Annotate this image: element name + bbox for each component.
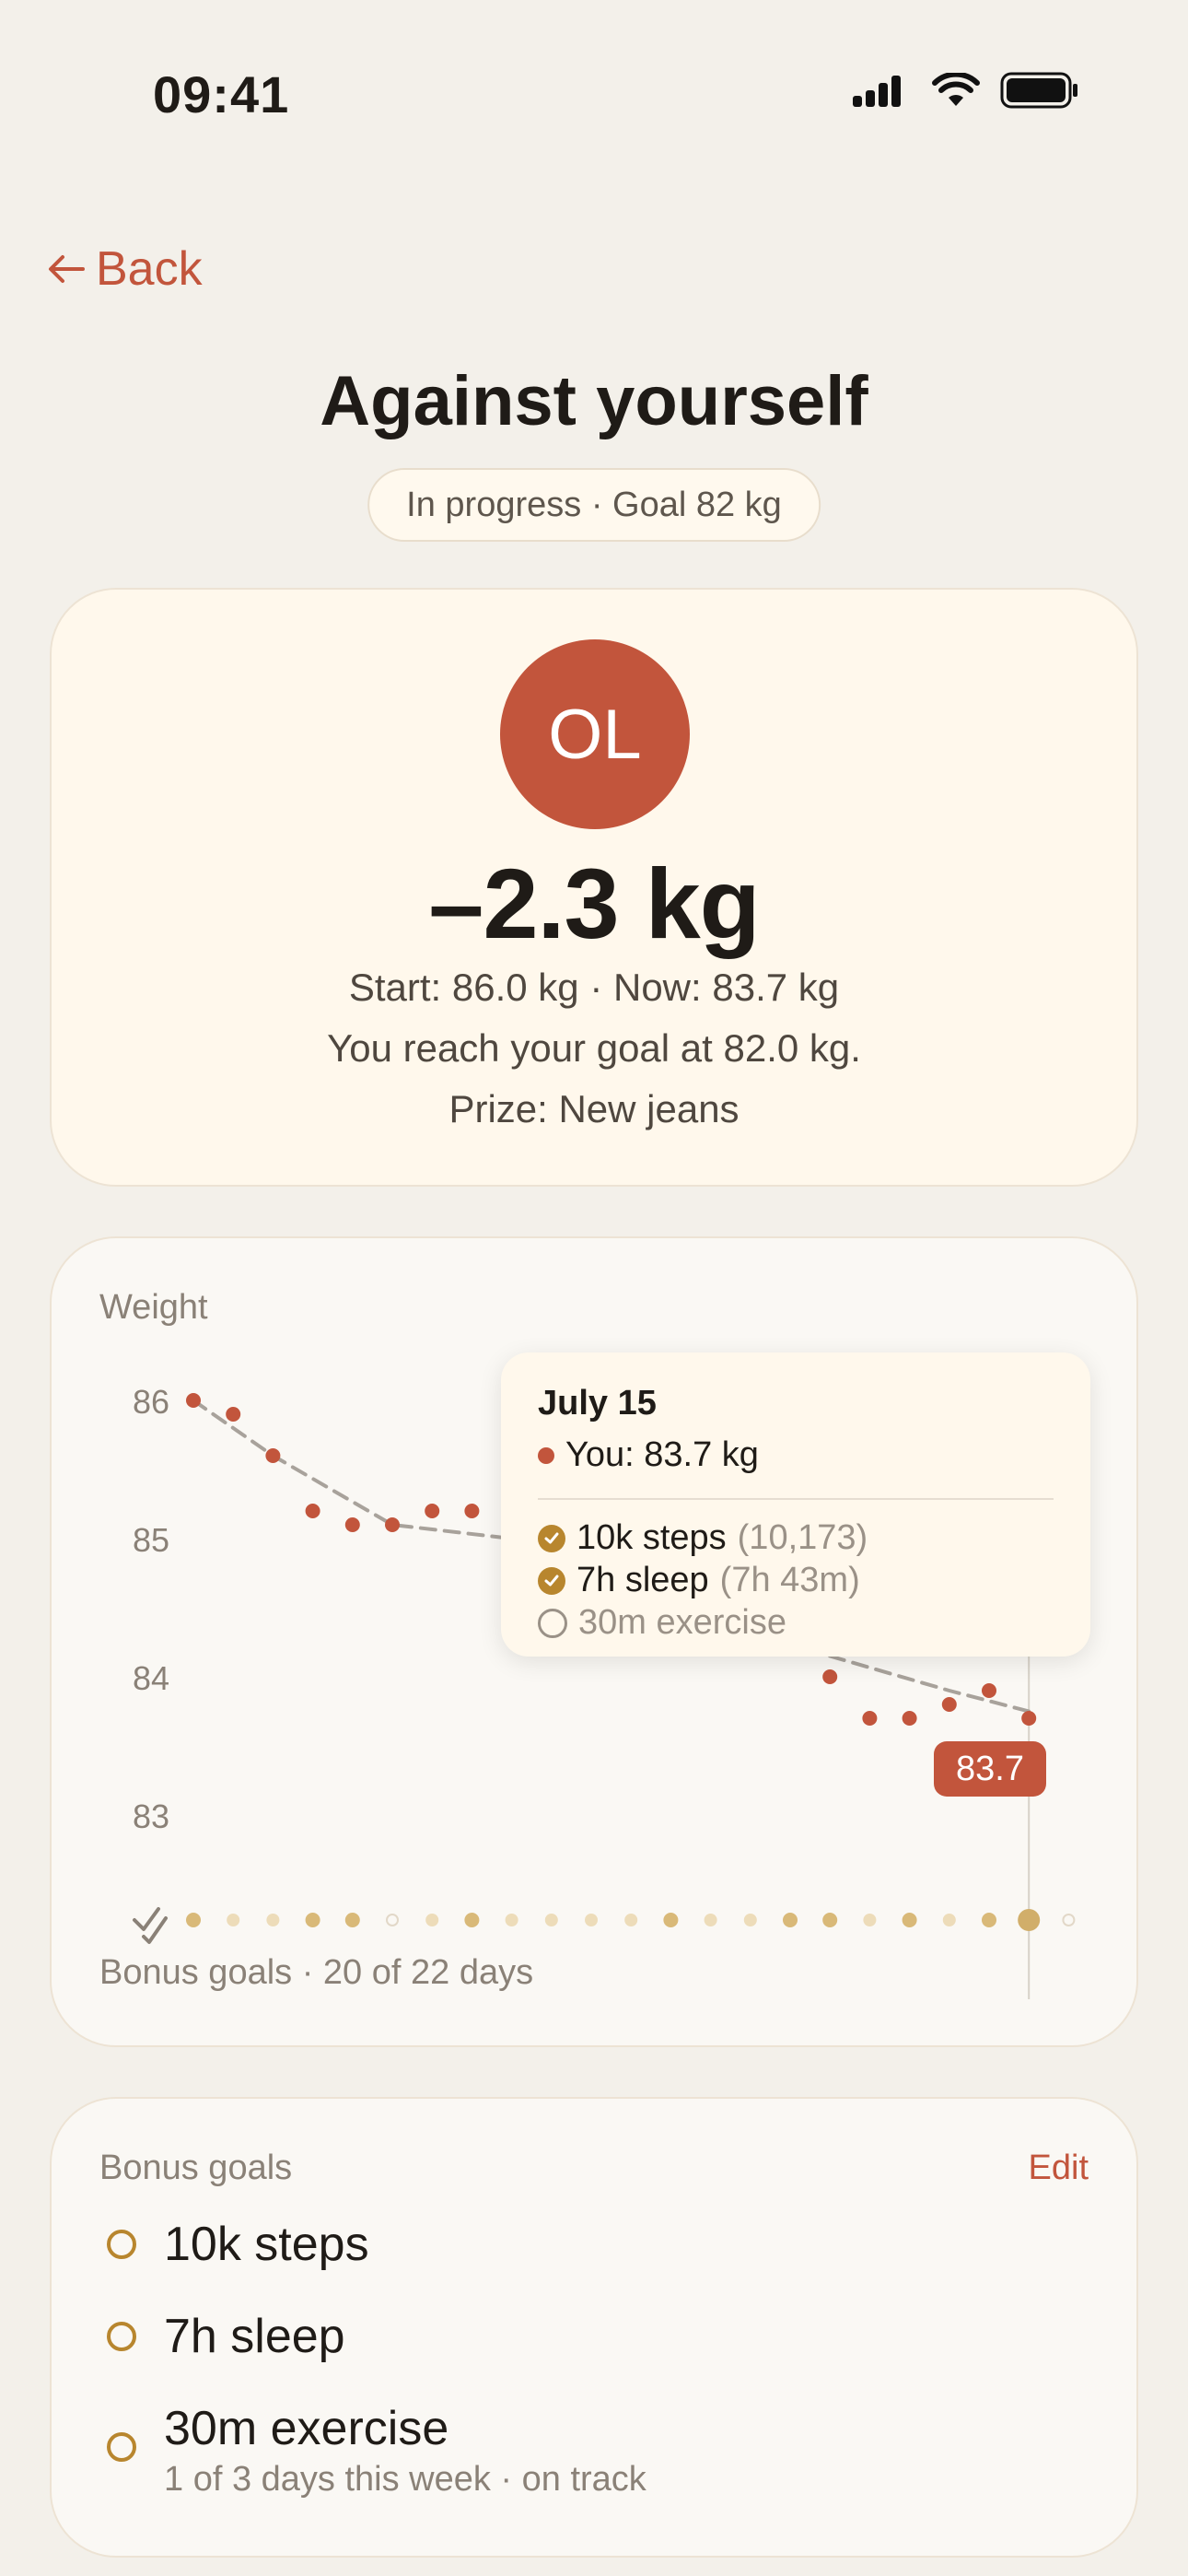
y-tick-label: 84 [133, 1659, 169, 1697]
status-pill: In progress · Goal 82 kg [367, 468, 821, 542]
bonus-goal-name: 30m exercise [164, 2402, 449, 2455]
bonus-day-dot [743, 1914, 757, 1926]
weight-point [344, 1517, 360, 1532]
empty-circle-icon [538, 1608, 567, 1638]
weight-point [464, 1504, 480, 1518]
weight-point [226, 1407, 241, 1422]
trend-line [828, 1654, 1031, 1714]
goal-circle-icon[interactable] [107, 2322, 136, 2351]
check-circle-icon [538, 1566, 565, 1595]
bonus-goal-name: 7h sleep [164, 2310, 345, 2363]
bonus-goal-item[interactable]: 7h sleep [107, 2309, 345, 2364]
bonus-caption: Bonus goals · 20 of 22 days [99, 1953, 534, 1992]
tooltip-goal-row: 30m exercise [538, 1603, 786, 1643]
bonus-day-dot [982, 1913, 996, 1927]
bonus-goals-title: Bonus goals [99, 2149, 293, 2187]
bonus-goal-item[interactable]: 10k steps [107, 2217, 369, 2272]
weight-point [941, 1697, 957, 1712]
avatar: OL [500, 639, 690, 829]
bonus-day-dot [942, 1914, 956, 1926]
double-check-icon [133, 1907, 168, 1944]
bonus-day-dot [425, 1914, 439, 1926]
back-button[interactable]: Back [46, 241, 203, 297]
weight-point [1021, 1711, 1037, 1726]
y-tick-label: 85 [133, 1521, 169, 1559]
bonus-day-dot [305, 1913, 320, 1927]
tooltip-you-row: You: 83.7 kg [538, 1435, 759, 1475]
bonus-day-dot [227, 1914, 240, 1926]
tooltip-you-value: You: 83.7 kg [565, 1435, 759, 1474]
weight-delta: –2.3 kg [428, 848, 760, 959]
bonus-day-dot [1062, 1914, 1076, 1926]
tooltip-goal-detail: (10,173) [737, 1518, 868, 1557]
arrow-left-icon [49, 255, 85, 283]
bonus-day-dot [386, 1914, 399, 1926]
weight-point [862, 1711, 878, 1726]
bonus-goal-item[interactable]: 30m exercise 1 of 3 days this week · on … [107, 2401, 646, 2500]
weight-point [822, 1669, 838, 1684]
tooltip-goal-row: 7h sleep (7h 43m) [538, 1561, 860, 1600]
wifi-icon [932, 73, 980, 106]
weight-point [425, 1504, 440, 1518]
series-dot-icon [538, 1446, 554, 1464]
bonus-day-dot [266, 1914, 280, 1926]
back-label: Back [96, 242, 203, 296]
current-value-badge: 83.7 [934, 1741, 1046, 1797]
bonus-day-dot [505, 1914, 518, 1926]
battery-icon [1000, 72, 1077, 109]
weight-point [385, 1517, 400, 1532]
weight-point [305, 1504, 320, 1518]
weight-point [902, 1711, 917, 1726]
prize-text: Prize: New jeans [448, 1087, 740, 1130]
status-icons [853, 72, 1079, 109]
weight-point [982, 1683, 996, 1698]
bonus-day-dot [902, 1913, 917, 1927]
goal-circle-icon[interactable] [107, 2230, 136, 2259]
bonus-goal-name: 10k steps [164, 2218, 369, 2271]
y-tick-label: 83 [133, 1797, 169, 1835]
bonus-day-dot [624, 1914, 638, 1926]
y-tick-label: 86 [133, 1383, 169, 1421]
tooltip-date: July 15 [538, 1384, 657, 1423]
signal-icon [853, 76, 901, 107]
bonus-day-dot [663, 1913, 679, 1927]
bonus-day-dot [344, 1913, 360, 1927]
bonus-day-dot [186, 1913, 201, 1927]
bonus-day-dot [704, 1914, 717, 1926]
bonus-day-dot [544, 1914, 558, 1926]
weight-point [265, 1448, 281, 1463]
tooltip-goal-name: 10k steps [577, 1518, 727, 1557]
status-bar: 09:41 [0, 0, 1188, 193]
summary-card: OL –2.3 kg Start: 86.0 kg · Now: 83.7 kg… [50, 588, 1138, 1187]
bonus-day-dot [822, 1913, 838, 1927]
edit-button[interactable]: Edit [1029, 2149, 1089, 2188]
tooltip-goal-name: 30m exercise [578, 1603, 786, 1642]
goal-circle-icon[interactable] [107, 2432, 136, 2462]
tooltip-goal-name: 7h sleep [577, 1561, 709, 1599]
tooltip-goal-row: 10k steps (10,173) [538, 1518, 868, 1558]
chart-tooltip: July 15 You: 83.7 kg 10k steps (10,173) … [501, 1352, 1090, 1657]
bonus-day-dot [863, 1914, 877, 1926]
bonus-day-dot [464, 1913, 480, 1927]
bonus-day-dot [585, 1914, 598, 1926]
tooltip-divider [538, 1498, 1054, 1500]
bonus-day-dot [1018, 1909, 1041, 1931]
check-circle-icon [538, 1524, 565, 1552]
start-now-text: Start: 86.0 kg · Now: 83.7 kg [348, 966, 840, 1009]
weight-point [186, 1393, 201, 1408]
status-time: 09:41 [153, 65, 290, 123]
bonus-goals-card: Bonus goals Edit 10k steps 7h sleep 30m … [50, 2097, 1138, 2558]
page-title: Against yourself [320, 362, 868, 440]
goal-text: You reach your goal at 82.0 kg. [327, 1026, 861, 1070]
tooltip-goal-detail: (7h 43m) [719, 1561, 860, 1599]
weight-chart-card: Weight 86 85 84 83 July 15 You: 83.7 kg 10k… [50, 1236, 1138, 2047]
bonus-day-dot [783, 1913, 798, 1927]
bonus-goal-progress: 1 of 3 days this week · on track [164, 2460, 646, 2499]
